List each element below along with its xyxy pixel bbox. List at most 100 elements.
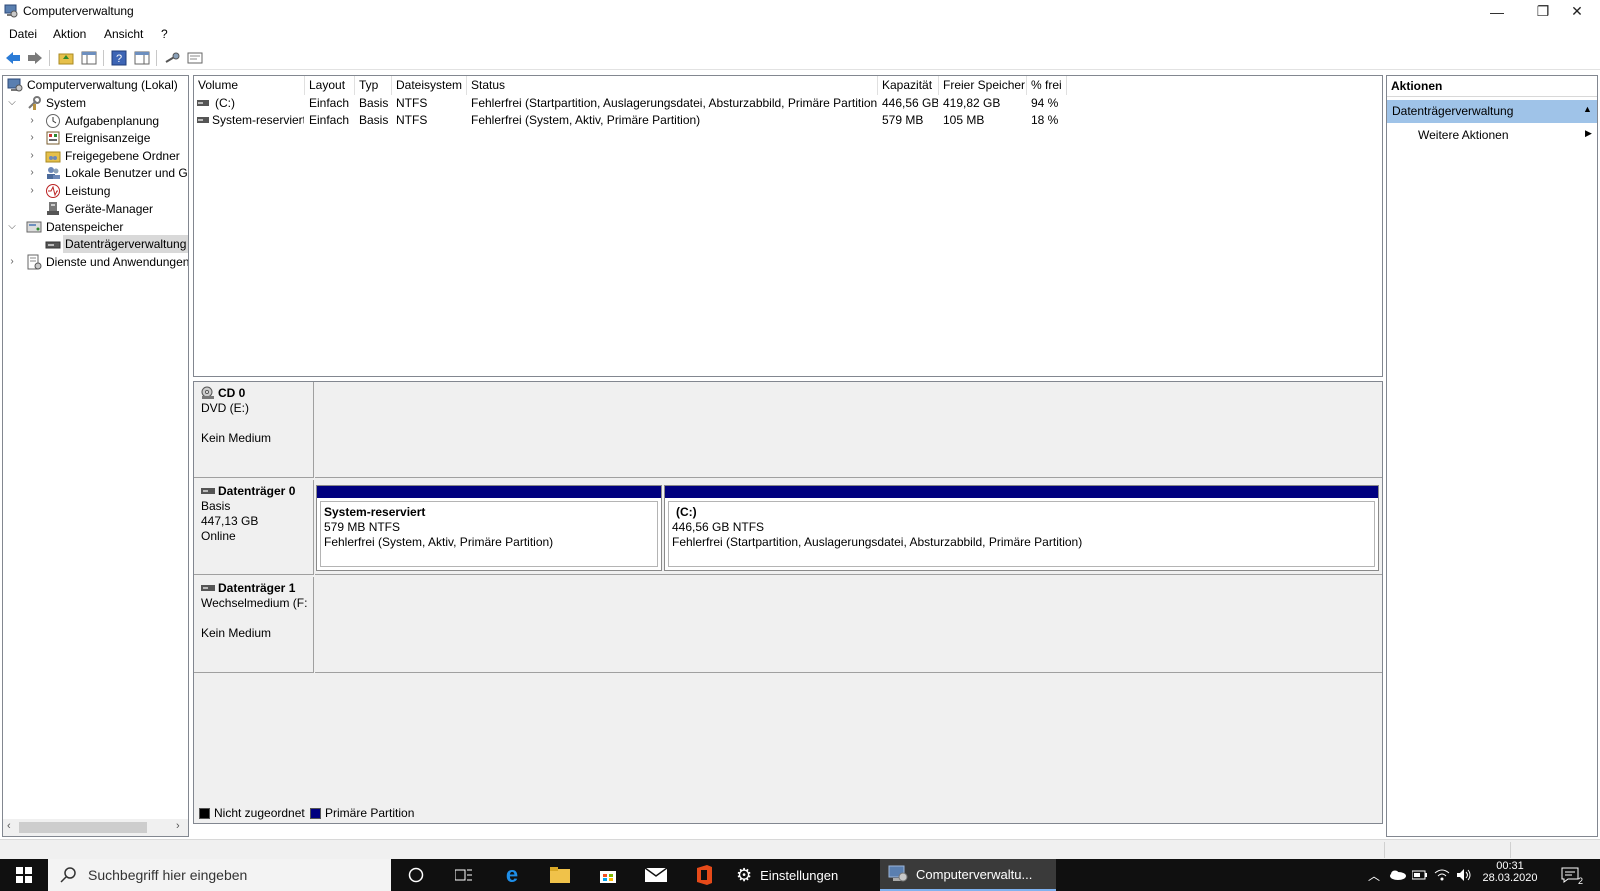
disk-label-cd0[interactable]: CD 0 DVD (E:) Kein Medium <box>194 382 314 478</box>
cell-filesystem: NTFS <box>396 96 428 110</box>
column-header-status[interactable]: Status <box>467 76 878 95</box>
menu-datei[interactable]: Datei <box>9 27 37 41</box>
chevron-down-icon[interactable]: ⌵ <box>7 94 17 112</box>
chevron-right-icon[interactable]: › <box>27 182 37 200</box>
chevron-right-icon[interactable]: › <box>27 147 37 165</box>
mail-button[interactable] <box>632 859 680 891</box>
column-header-layout[interactable]: Layout <box>305 76 355 95</box>
computer-management-taskbar-button[interactable]: Computerverwaltu... <box>880 859 1056 891</box>
clock-time: 00:31 <box>1496 860 1524 872</box>
file-explorer-button[interactable] <box>536 859 584 891</box>
chevron-right-icon[interactable]: › <box>27 164 37 182</box>
more-actions-item[interactable]: Weitere Aktionen ▶ <box>1387 125 1597 145</box>
clock-date: 28.03.2020 <box>1482 872 1538 884</box>
start-button[interactable] <box>0 859 48 891</box>
wifi-icon <box>1434 869 1450 881</box>
toolbar-separator <box>103 50 104 66</box>
legend: Nicht zugeordnet Primäre Partition <box>194 803 1382 823</box>
column-header-free-space[interactable]: Freier Speicher <box>939 76 1027 95</box>
cortana-button[interactable] <box>392 859 440 891</box>
partition-c[interactable]: (C:) 446,56 GB NTFS Fehlerfrei (Startpar… <box>664 485 1379 571</box>
tree-label-local-users: Lokale Benutzer und Gr <box>65 166 189 180</box>
performance-icon <box>46 184 60 198</box>
table-row[interactable]: (C:) Einfach Basis NTFS Fehlerfrei (Star… <box>194 95 1382 112</box>
column-header-percent-free[interactable]: % frei <box>1027 76 1067 95</box>
actions-section-disk-management[interactable]: Datenträgerverwaltung ▲ <box>1387 100 1597 123</box>
office-icon <box>697 865 712 885</box>
search-icon <box>60 867 76 883</box>
task-view-button[interactable] <box>440 859 488 891</box>
taskbar: Suchbegriff hier eingeben e ⚙ Einstellun… <box>0 859 1600 891</box>
properties-button[interactable] <box>186 49 204 67</box>
column-header-volume[interactable]: Volume <box>194 76 305 95</box>
disk-management-icon <box>45 241 61 249</box>
scrollbar-thumb[interactable] <box>19 822 147 833</box>
close-button[interactable]: ✕ <box>1554 0 1600 23</box>
cell-free-space: 105 MB <box>943 113 985 127</box>
scroll-right-icon[interactable]: › <box>176 820 180 832</box>
minimize-button[interactable]: — <box>1474 0 1520 23</box>
action-center-button[interactable]: 2 <box>1550 859 1590 891</box>
settings-taskbar-button[interactable]: ⚙ Einstellungen <box>728 859 838 891</box>
tree-label-storage: Datenspeicher <box>46 220 124 234</box>
connect-button[interactable] <box>163 49 181 67</box>
show-action-pane-button[interactable] <box>133 49 151 67</box>
disk-status: Online <box>201 529 236 543</box>
tree-label-services: Dienste und Anwendungen <box>46 255 189 269</box>
disk-media-status: Kein Medium <box>201 626 272 640</box>
tree-horizontal-scrollbar[interactable]: ‹ › <box>3 819 188 836</box>
edge-button[interactable]: e <box>488 859 536 891</box>
actions-header: Aktionen <box>1387 76 1597 97</box>
speaker-icon <box>1457 869 1471 881</box>
chevron-right-icon[interactable]: › <box>7 253 17 271</box>
disk-icon <box>201 585 215 591</box>
partition-status: Fehlerfrei (Startpartition, Auslagerungs… <box>672 535 1083 549</box>
disk-type: Basis <box>201 499 231 513</box>
disk-area-disk1 <box>315 577 1382 673</box>
status-divider <box>1384 842 1385 858</box>
table-row[interactable]: System-reserviert Einfach Basis NTFS Feh… <box>194 112 1382 129</box>
help-button[interactable]: ? <box>110 49 128 67</box>
device-manager-icon <box>47 202 59 215</box>
taskbar-search-box[interactable]: Suchbegriff hier eingeben <box>48 859 391 891</box>
toolbar: ? <box>0 46 1600 70</box>
disk-label-disk1[interactable]: Datenträger 1 Wechselmedium (F: Kein Med… <box>194 577 314 673</box>
show-hidden-icons-button[interactable]: ︿ <box>1364 859 1384 891</box>
menu-ansicht[interactable]: Ansicht <box>104 27 143 41</box>
menu-aktion[interactable]: Aktion <box>53 27 86 41</box>
chevron-right-icon[interactable]: › <box>27 129 37 147</box>
notification-count: 2 <box>1578 876 1584 886</box>
legend-swatch-unallocated <box>199 808 210 819</box>
column-header-capacity[interactable]: Kapazität <box>878 76 939 95</box>
disk-name: Datenträger 1 <box>218 581 296 595</box>
scroll-left-icon[interactable]: ‹ <box>7 820 11 832</box>
chevron-right-icon[interactable]: › <box>27 112 37 130</box>
folder-up-icon <box>58 53 74 65</box>
office-button[interactable] <box>680 859 728 891</box>
back-button[interactable] <box>4 49 22 67</box>
onedrive-button[interactable] <box>1386 859 1408 891</box>
up-folder-button[interactable] <box>57 49 75 67</box>
store-button[interactable] <box>584 859 632 891</box>
search-placeholder: Suchbegriff hier eingeben <box>88 867 248 883</box>
battery-button[interactable] <box>1410 859 1430 891</box>
cell-percent-free: 94 % <box>1031 96 1059 110</box>
menu-help[interactable]: ? <box>161 27 168 41</box>
column-header-filesystem[interactable]: Dateisystem <box>392 76 467 95</box>
column-header-type[interactable]: Typ <box>355 76 392 95</box>
collapse-up-icon[interactable]: ▲ <box>1583 104 1592 114</box>
chevron-down-icon[interactable]: ⌵ <box>7 218 17 236</box>
network-button[interactable] <box>1432 859 1452 891</box>
volume-button[interactable] <box>1454 859 1474 891</box>
clock[interactable]: 00:31 28.03.2020 <box>1480 859 1540 891</box>
computer-management-window: Computerverwaltung — ❐ ✕ Datei Aktion An… <box>0 0 1600 859</box>
storage-icon <box>26 221 42 233</box>
forward-button[interactable] <box>26 49 44 67</box>
computer-management-icon <box>4 4 18 18</box>
console-tree-icon <box>81 51 97 65</box>
disk-label-disk0[interactable]: Datenträger 0 Basis 447,13 GB Online <box>194 480 314 575</box>
show-hide-tree-button[interactable] <box>80 49 98 67</box>
partition-status: Fehlerfrei (System, Aktiv, Primäre Parti… <box>324 535 554 549</box>
tree-label-disk-management: Datenträgerverwaltung <box>63 235 188 253</box>
partition-system-reserved[interactable]: System-reserviert 579 MB NTFS Fehlerfrei… <box>316 485 662 571</box>
